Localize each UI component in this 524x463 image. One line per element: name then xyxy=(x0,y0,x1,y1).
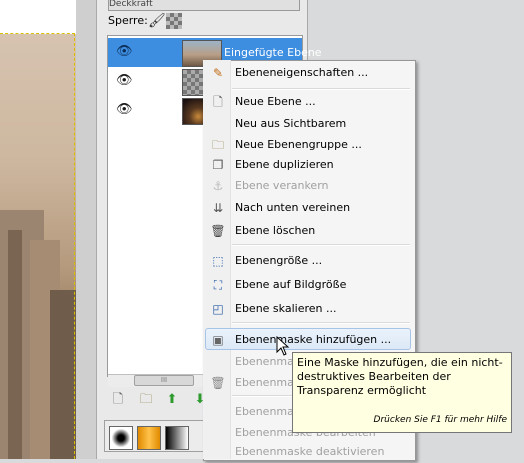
menu-item-disable-layer-mask[interactable]: Ebenenmaske deaktivieren xyxy=(206,441,412,463)
layer-name: Eingefügte Ebene xyxy=(224,46,322,59)
add-mask-icon: ▣ xyxy=(212,333,224,347)
paintbrush-icon[interactable]: 🖌 xyxy=(148,12,166,30)
menu-item-label: Ebene löschen xyxy=(235,224,316,237)
menu-separator xyxy=(232,322,410,324)
layer-boundary-top xyxy=(0,33,75,34)
menu-item-new-from-visible[interactable]: Neu aus Sichtbarem xyxy=(206,113,412,135)
menu-item-duplicate-layer[interactable]: ❐ Ebene duplizieren xyxy=(206,154,412,176)
tooltip-text: Eine Maske hinzufügen, die ein nicht-des… xyxy=(297,356,503,397)
merge-down-icon: ⇊ xyxy=(212,201,224,215)
scale-icon: ◰ xyxy=(212,302,224,316)
menu-item-label: Ebene skalieren ... xyxy=(235,302,337,315)
new-page-icon: 🗋 xyxy=(213,95,223,109)
menu-item-scale-layer[interactable]: ◰ Ebene skalieren ... xyxy=(206,298,412,320)
background-area xyxy=(414,0,524,352)
building-shape xyxy=(8,230,22,459)
menu-item-label: Ebenengröße ... xyxy=(235,254,323,267)
eye-icon[interactable]: 👁 xyxy=(116,103,133,116)
menu-item-label: Ebeneneigenschaften ... xyxy=(235,66,369,79)
menu-item-label: Neue Ebene ... xyxy=(235,95,316,108)
opacity-label: Deckkraft xyxy=(109,0,153,9)
menu-item-delete-layer[interactable]: 🗑 Ebene löschen xyxy=(206,220,412,242)
scrollbar-thumb[interactable]: III xyxy=(134,375,194,386)
menu-item-label: Ebenenmaske hinzufügen ... xyxy=(235,333,392,346)
gradient-swatch[interactable] xyxy=(165,426,189,450)
brush-swatch[interactable] xyxy=(109,426,133,450)
menu-item-layer-boundary-size[interactable]: ⬚ Ebenengröße ... xyxy=(206,250,412,272)
trash-icon: 🗑 xyxy=(210,376,226,390)
eye-icon[interactable]: 👁 xyxy=(116,74,133,87)
menu-separator xyxy=(232,88,410,90)
folder-icon: 🗀 xyxy=(211,138,224,152)
menu-item-anchor-layer[interactable]: ⚓ Ebene verankern xyxy=(206,175,412,197)
menu-item-label: Ebenenmaske deaktivieren xyxy=(235,445,385,458)
pattern-swatch[interactable] xyxy=(137,426,161,450)
fit-to-image-icon: ⛶ xyxy=(213,278,223,292)
anchor-icon: ⚓ xyxy=(212,179,224,193)
menu-item-label: Ebene verankern xyxy=(235,179,329,192)
opacity-row[interactable]: Deckkraft xyxy=(108,0,300,11)
menu-item-layer-properties[interactable]: ✎ Ebeneneigenschaften ... xyxy=(206,62,412,84)
alpha-checker-icon[interactable] xyxy=(166,13,182,29)
folder-icon[interactable]: 🗀 xyxy=(138,392,154,408)
menu-item-layer-to-image-size[interactable]: ⛶ Ebene auf Bildgröße xyxy=(206,274,412,296)
menu-item-label: Neu aus Sichtbarem xyxy=(235,117,347,130)
menu-item-new-layer-group[interactable]: 🗀 Neue Ebenengruppe ... xyxy=(206,134,412,156)
new-layer-icon[interactable]: 🗋 xyxy=(110,392,126,408)
menu-item-label: Ebene auf Bildgröße xyxy=(235,278,347,291)
tooltip-help-hint: Drücken Sie F1 für mehr Hilfe xyxy=(373,415,507,425)
trash-icon: 🗑 xyxy=(210,224,226,238)
menu-item-new-layer[interactable]: 🗋 Neue Ebene ... xyxy=(206,91,412,113)
menu-item-add-layer-mask[interactable]: ▣ Ebenenmaske hinzufügen ... xyxy=(205,328,411,350)
edit-properties-icon: ✎ xyxy=(212,66,224,80)
layer-boundary-right xyxy=(74,33,75,459)
raise-layer-icon[interactable]: ⬆ xyxy=(164,392,180,408)
building-shape xyxy=(50,290,76,459)
menu-item-merge-down[interactable]: ⇊ Nach unten vereinen xyxy=(206,197,412,219)
menu-item-label: Neue Ebenengruppe ... xyxy=(235,138,362,151)
eye-icon[interactable]: 👁 xyxy=(116,45,133,58)
menu-separator xyxy=(232,244,410,246)
layer-size-icon: ⬚ xyxy=(212,254,224,268)
canvas-photo[interactable] xyxy=(0,34,76,459)
duplicate-icon: ❐ xyxy=(212,158,224,172)
menu-item-label: Ebene duplizieren xyxy=(235,158,334,171)
lock-label: Sperre: xyxy=(108,14,148,27)
mouse-cursor-icon xyxy=(276,335,290,356)
menu-item-label: Nach unten vereinen xyxy=(235,201,351,214)
